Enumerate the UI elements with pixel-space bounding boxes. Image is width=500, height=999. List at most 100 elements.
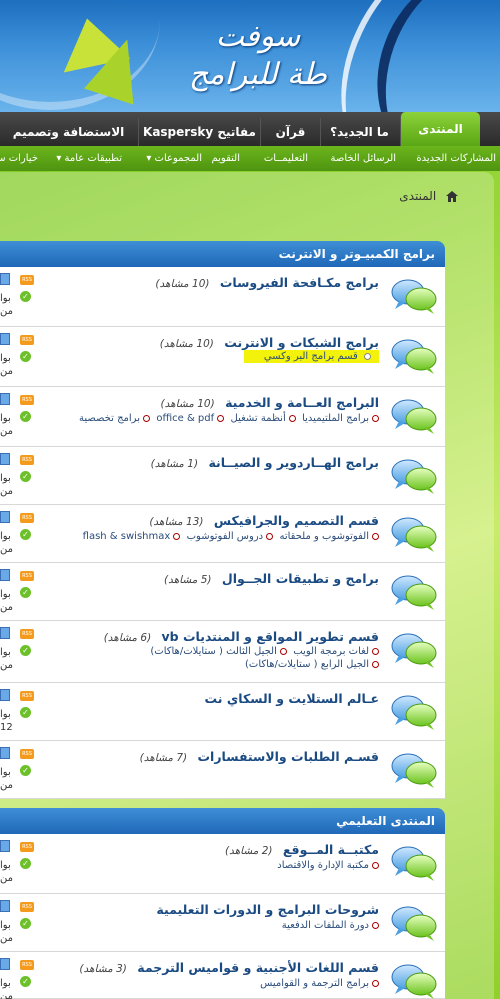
forum-title[interactable]: برامج و تطبيقات الجــوال xyxy=(222,571,379,586)
forum-title-link[interactable]: برامج الشبكات و الانترنت (10 مشاهد) xyxy=(160,335,379,350)
last-post-text[interactable]: بوا xyxy=(0,293,11,304)
rss-feed-icon[interactable]: RSS xyxy=(20,455,34,465)
last-post-doc-icon[interactable] xyxy=(0,840,10,852)
subnav-options[interactable]: خيارات س xyxy=(0,146,38,171)
forum-title[interactable]: قسم تطوير المواقع و المنتديات vb xyxy=(162,629,379,644)
rss-feed-icon[interactable]: RSS xyxy=(20,275,34,285)
subforum-label[interactable]: دورة الملفات الدفعية xyxy=(282,920,369,931)
forum-title-link[interactable]: عـالم الستلايت و السكاي نت xyxy=(199,691,379,706)
rss-feed-icon[interactable]: RSS xyxy=(20,749,34,759)
last-post-doc-icon[interactable] xyxy=(0,393,10,405)
subnav-groups[interactable]: المجموعات ▾ xyxy=(146,146,202,171)
last-post-doc-icon[interactable] xyxy=(0,627,10,639)
subforum-label[interactable]: الفوتوشوب و ملحقاته xyxy=(279,531,369,542)
forum-title[interactable]: البرامج العــامة و الخدمية xyxy=(225,395,379,410)
rss-feed-icon[interactable]: RSS xyxy=(20,691,34,701)
last-post-text[interactable]: بوا xyxy=(0,709,11,720)
tab-kaspersky-keys[interactable]: مفاتيح Kaspersky xyxy=(138,118,260,146)
last-post-doc-icon[interactable] xyxy=(0,569,10,581)
forum-row: مكتبــة المــوقع (2 مشاهد) مكتبة الإدارة… xyxy=(0,834,445,894)
forum-title-link[interactable]: قسـم الطلبات والاستفسارات (7 مشاهد) xyxy=(140,749,379,764)
last-post-text[interactable]: بوا xyxy=(0,353,11,364)
subnav-calendar[interactable]: التقويم xyxy=(211,146,240,171)
subforum-label[interactable]: office & pdf xyxy=(156,413,214,424)
site-logo[interactable]: سوفت طة للبرامج xyxy=(168,18,348,98)
tab-forum[interactable]: المنتدى xyxy=(400,112,480,146)
last-post-doc-icon[interactable] xyxy=(0,689,10,701)
subforum-label[interactable]: أنظمة تشغيل xyxy=(231,413,286,424)
subnav-new-posts[interactable]: المشاركات الجديدة xyxy=(416,146,496,171)
status-check-icon: ✓ xyxy=(20,411,31,422)
subforum-bullet-icon xyxy=(372,532,379,540)
rss-feed-icon[interactable]: RSS xyxy=(20,842,34,852)
forum-title[interactable]: برامج الشبكات و الانترنت xyxy=(224,335,379,350)
last-post-text[interactable]: بوا xyxy=(0,473,11,484)
forum-title-link[interactable]: برامج مكـافحة الفيروسات (10 مشاهد) xyxy=(155,275,379,290)
forum-title-link[interactable]: شروحات البرامج و الدورات التعليمية xyxy=(150,902,379,917)
forum-title-link[interactable]: برامج و تطبيقات الجــوال (5 مشاهد) xyxy=(164,571,379,586)
rss-feed-icon[interactable]: RSS xyxy=(20,335,34,345)
rss-feed-icon[interactable]: RSS xyxy=(20,960,34,970)
last-post-doc-icon[interactable] xyxy=(0,273,10,285)
forum-title[interactable]: برامج الهــاردوير و الصيــانة xyxy=(208,455,379,470)
last-post-text[interactable]: بوا xyxy=(0,589,11,600)
forum-title[interactable]: شروحات البرامج و الدورات التعليمية xyxy=(156,902,379,917)
subnav-general-apps[interactable]: تطبيقات عامة ▾ xyxy=(56,146,122,171)
forum-title[interactable]: قسم التصميم والجرافيكس xyxy=(214,513,379,528)
rss-feed-icon[interactable]: RSS xyxy=(20,571,34,581)
subforum-bullet-icon xyxy=(217,414,225,422)
section-header[interactable]: برامج الكمبيـوتر و الانترنت xyxy=(0,241,445,267)
rss-feed-icon[interactable]: RSS xyxy=(20,629,34,639)
forum-title-link[interactable]: قسم تطوير المواقع و المنتديات vb (6 مشاه… xyxy=(104,629,379,644)
subforum-label[interactable]: مكتبة الإدارة والاقتصاد xyxy=(277,860,369,871)
forum-title[interactable]: برامج مكـافحة الفيروسات xyxy=(220,275,379,290)
last-post-text[interactable]: بوا xyxy=(0,767,11,778)
rss-feed-icon[interactable]: RSS xyxy=(20,513,34,523)
rss-feed-icon[interactable]: RSS xyxy=(20,395,34,405)
last-post-doc-icon[interactable] xyxy=(0,453,10,465)
last-post-doc-icon[interactable] xyxy=(0,958,10,970)
forum-title-link[interactable]: البرامج العــامة و الخدمية (10 مشاهد) xyxy=(161,395,379,410)
last-post-text[interactable]: بوا xyxy=(0,978,11,989)
subforum-bullet-icon xyxy=(372,921,379,929)
forum-title[interactable]: مكتبــة المــوقع xyxy=(283,842,379,857)
last-post-text[interactable]: بوا xyxy=(0,647,11,658)
subforum-label[interactable]: قسم برامج البر وكسي xyxy=(264,351,358,362)
subforum-label[interactable]: flash & swishmax xyxy=(83,531,171,542)
last-post-text[interactable]: بوا xyxy=(0,413,11,424)
forum-title[interactable]: قسم اللغات الأجنبية و قواميس الترجمة xyxy=(137,960,379,975)
forum-title[interactable]: عـالم الستلايت و السكاي نت xyxy=(205,691,379,706)
subforum-label[interactable]: الجيل الرابع ( ستايلات/هاكات) xyxy=(245,659,369,670)
last-post-doc-icon[interactable] xyxy=(0,747,10,759)
forum-title-link[interactable]: قسم التصميم والجرافيكس (13 مشاهد) xyxy=(149,513,379,528)
subforum-label[interactable]: لغات برمجة الويب xyxy=(293,646,369,657)
last-post-doc-icon[interactable] xyxy=(0,511,10,523)
forum-title-link[interactable]: مكتبــة المــوقع (2 مشاهد) xyxy=(225,842,379,857)
subforum-label[interactable]: الجيل الثالث ( ستايلات/هاكات) xyxy=(150,646,276,657)
rss-feed-icon[interactable]: RSS xyxy=(20,902,34,912)
subforum-label[interactable]: برامج تخصصية xyxy=(79,413,140,424)
forum-views: (10 مشاهد) xyxy=(160,398,215,410)
last-post-doc-icon[interactable] xyxy=(0,900,10,912)
forum-title-link[interactable]: قسم اللغات الأجنبية و قواميس الترجمة (3 … xyxy=(79,960,379,975)
subforum-link-highlighted[interactable]: قسم برامج البر وكسي xyxy=(243,350,379,363)
last-post-text[interactable]: بوا xyxy=(0,920,11,931)
tab-quran[interactable]: قرآن xyxy=(260,118,320,146)
forum-title-link[interactable]: برامج الهــاردوير و الصيــانة (1 مشاهد) xyxy=(151,455,379,470)
last-post-text[interactable]: بوا xyxy=(0,531,11,542)
forum-views: (6 مشاهد) xyxy=(103,632,152,644)
last-post-doc-icon[interactable] xyxy=(0,333,10,345)
subforum-label[interactable]: دروس الفوتوشوب xyxy=(187,531,263,542)
last-post-text: من xyxy=(0,780,13,791)
tab-hosting-design[interactable]: الاستضافة وتصميم xyxy=(0,118,138,146)
last-post-text[interactable]: بوا xyxy=(0,860,11,871)
breadcrumb[interactable]: المنتدى xyxy=(399,186,458,206)
section-header[interactable]: المنتدى التعليمي xyxy=(0,808,445,834)
last-post-text: من xyxy=(0,306,13,317)
subforum-label[interactable]: برامج الملتيميديا xyxy=(302,413,369,424)
subnav-help[interactable]: التعليمــات xyxy=(264,146,308,171)
subforum-label[interactable]: برامج الترجمة و القواميس xyxy=(260,978,369,989)
forum-title[interactable]: قسـم الطلبات والاستفسارات xyxy=(197,749,379,764)
tab-whats-new[interactable]: ما الجديد؟ xyxy=(320,118,398,146)
subnav-private-messages[interactable]: الرسائل الخاصة xyxy=(331,146,396,171)
